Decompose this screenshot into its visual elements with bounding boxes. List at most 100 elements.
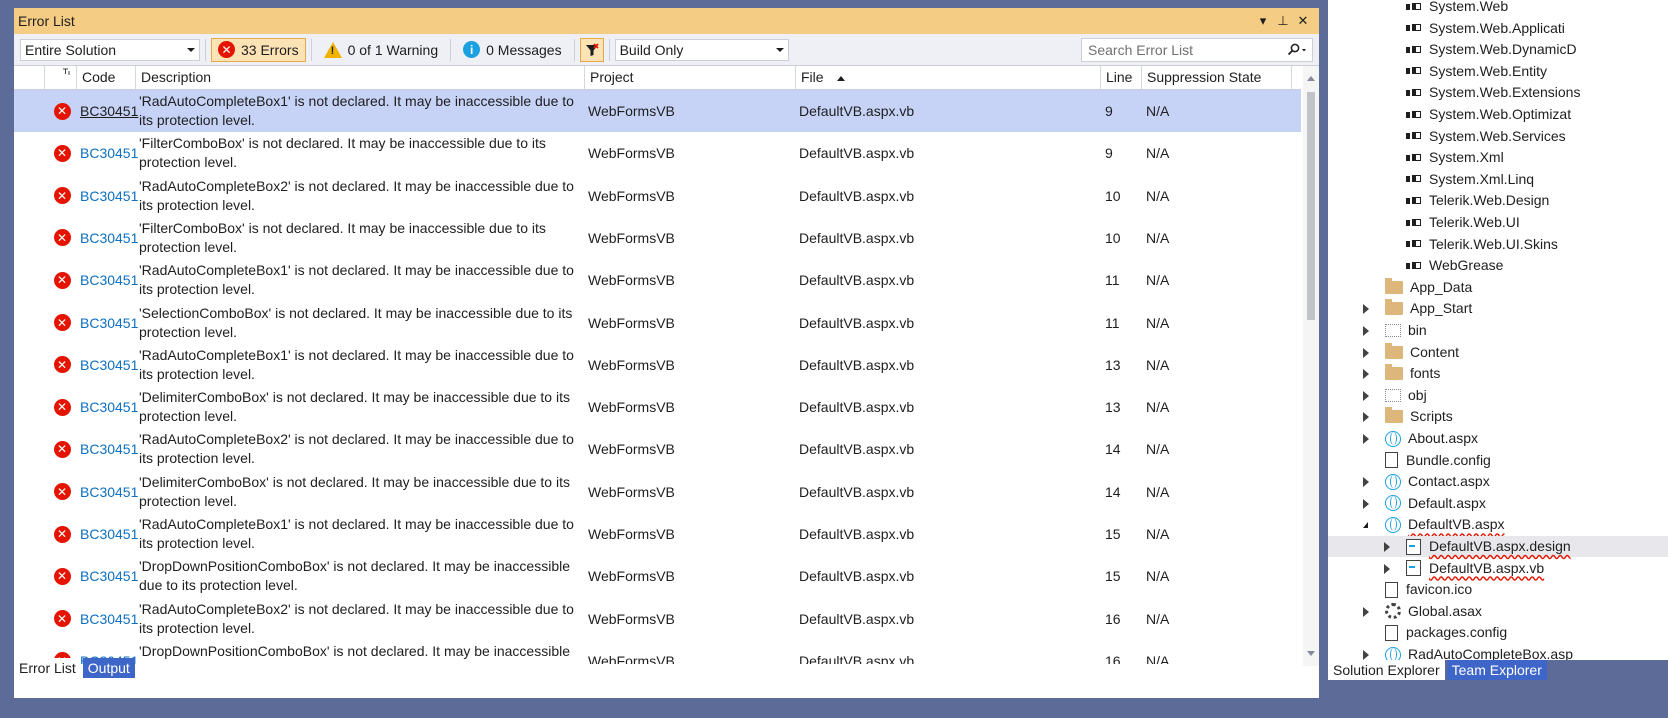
- tree-item[interactable]: WebGrease: [1328, 255, 1668, 276]
- tree-item[interactable]: System.Xml: [1328, 147, 1668, 168]
- collapsed-chevron-icon[interactable]: [1363, 326, 1369, 336]
- table-row[interactable]: ✕ BC30451 'DelimiterComboBox' is not decla…: [14, 471, 1301, 513]
- tree-item[interactable]: Content: [1328, 342, 1668, 363]
- error-code-link[interactable]: BC30451: [80, 357, 138, 373]
- close-icon[interactable]: ✕: [1293, 13, 1313, 29]
- collapsed-chevron-icon[interactable]: [1363, 304, 1369, 315]
- warnings-filter-button[interactable]: ! 0 of 1 Warning: [317, 38, 446, 62]
- collapsed-chevron-icon[interactable]: [1363, 650, 1369, 660]
- tree-item[interactable]: bin: [1328, 320, 1668, 341]
- collapsed-chevron-icon[interactable]: [1363, 498, 1369, 509]
- tree-item[interactable]: Bundle.config: [1328, 450, 1668, 471]
- errors-filter-button[interactable]: ✕ 33 Errors: [211, 37, 306, 62]
- tree-item[interactable]: System.Web.Entity: [1328, 61, 1668, 82]
- collapsed-chevron-icon[interactable]: [1363, 434, 1369, 444]
- header-project[interactable]: Project: [584, 66, 795, 89]
- error-code-link[interactable]: BC30451: [80, 188, 138, 204]
- table-row[interactable]: ✕ BC30451 'FilterComboBox' is not declared…: [14, 217, 1301, 259]
- tree-item[interactable]: Telerik.Web.UI: [1328, 212, 1668, 233]
- tree-item[interactable]: System.Web: [1328, 0, 1668, 17]
- table-row[interactable]: ✕BC30451'DropDownPositionComboBox' is no…: [14, 640, 1301, 664]
- tree-item[interactable]: RadAutoCompleteBox.asp: [1328, 644, 1668, 660]
- tree-item[interactable]: Contact.aspx: [1328, 471, 1668, 492]
- collapsed-chevron-icon[interactable]: [1384, 542, 1390, 552]
- tree-item[interactable]: App_Data: [1328, 277, 1668, 298]
- tab-output[interactable]: Output: [82, 658, 135, 678]
- tree-item[interactable]: packages.config: [1328, 622, 1668, 643]
- collapsed-chevron-icon[interactable]: [1363, 347, 1369, 358]
- expanded-chevron-icon[interactable]: [1363, 522, 1368, 529]
- table-row[interactable]: ✕ BC30451 'SelectionComboBox' is not decla…: [14, 302, 1301, 344]
- error-code-link[interactable]: BC30451: [80, 568, 138, 584]
- filter-toggle-button[interactable]: [579, 37, 604, 62]
- header-icon-column[interactable]: [44, 66, 76, 89]
- error-code-link[interactable]: BC30451: [80, 272, 138, 288]
- collapsed-chevron-icon[interactable]: [1363, 412, 1369, 423]
- header-description[interactable]: Description: [135, 66, 584, 89]
- header-code[interactable]: Code: [76, 66, 135, 89]
- error-code-link[interactable]: BC30451: [80, 315, 138, 331]
- collapsed-chevron-icon[interactable]: [1384, 563, 1390, 574]
- tree-item[interactable]: DefaultVB.aspx: [1328, 514, 1668, 535]
- table-row[interactable]: ✕ BC30451 'RadAutoCompleteBox2' is not dec…: [14, 428, 1301, 470]
- scroll-thumb[interactable]: [1307, 92, 1315, 320]
- tab-error-list[interactable]: Error List: [14, 658, 81, 678]
- table-row[interactable]: ✕ BC30451 'RadAutoCompleteBox1' is not dec…: [14, 344, 1301, 386]
- tree-item[interactable]: Global.asax: [1328, 601, 1668, 622]
- error-code-link[interactable]: BC30451: [80, 441, 138, 457]
- tree-item[interactable]: Default.aspx: [1328, 493, 1668, 514]
- pin-icon[interactable]: ⊥: [1273, 13, 1293, 29]
- collapsed-chevron-icon[interactable]: [1363, 369, 1369, 380]
- header-line[interactable]: Line: [1100, 66, 1141, 89]
- tree-item[interactable]: System.Xml.Linq: [1328, 169, 1668, 190]
- line-cell: 11: [1105, 272, 1120, 289]
- table-row[interactable]: ✕ BC30451 'RadAutoCompleteBox1' is not dec…: [14, 513, 1301, 555]
- messages-filter-button[interactable]: i 0 Messages: [456, 38, 568, 62]
- error-code-link[interactable]: BC30451: [80, 145, 138, 161]
- tree-item[interactable]: System.Web.Applicati: [1328, 18, 1668, 39]
- table-row[interactable]: ✕ BC30451 'FilterComboBox' is not declared…: [14, 132, 1301, 174]
- window-position-dropdown-icon[interactable]: ▾: [1253, 13, 1273, 29]
- tree-item[interactable]: System.Web.DynamicD: [1328, 39, 1668, 60]
- search-icon[interactable]: [1286, 43, 1308, 57]
- tab-team-explorer[interactable]: Team Explorer: [1446, 660, 1547, 680]
- error-code-link[interactable]: BC30451: [80, 230, 138, 246]
- table-row[interactable]: ✕BC30451'DropDownPositionComboBox' is no…: [14, 555, 1301, 597]
- scope-dropdown[interactable]: Entire Solution: [20, 38, 200, 61]
- search-box[interactable]: [1081, 37, 1313, 62]
- tree-item[interactable]: System.Web.Services: [1328, 126, 1668, 147]
- table-row[interactable]: ✕ BC30451 'RadAutoCompleteBox2' is not dec…: [14, 175, 1301, 217]
- table-row[interactable]: ✕ BC30451 'RadAutoCompleteBox2' is not dec…: [14, 598, 1301, 640]
- error-code-link[interactable]: BC30451: [80, 399, 138, 415]
- tree-item[interactable]: DefaultVB.aspx.design: [1328, 536, 1668, 557]
- tree-item[interactable]: Telerik.Web.Design: [1328, 190, 1668, 211]
- scroll-up-icon[interactable]: [1307, 76, 1315, 81]
- tree-item[interactable]: System.Web.Optimizat: [1328, 104, 1668, 125]
- header-file[interactable]: File: [795, 66, 1100, 89]
- tree-item[interactable]: App_Start: [1328, 298, 1668, 319]
- scroll-down-icon[interactable]: [1307, 651, 1315, 656]
- tab-solution-explorer[interactable]: Solution Explorer: [1328, 660, 1445, 680]
- tree-item[interactable]: favicon.ico: [1328, 579, 1668, 600]
- tree-item[interactable]: obj: [1328, 385, 1668, 406]
- tree-item[interactable]: DefaultVB.aspx.vb: [1328, 558, 1668, 579]
- error-code-link[interactable]: BC30451: [80, 526, 138, 542]
- tree-item[interactable]: fonts: [1328, 363, 1668, 384]
- tree-item[interactable]: About.aspx: [1328, 428, 1668, 449]
- table-row[interactable]: ✕ BC30451 'DelimiterComboBox' is not decla…: [14, 386, 1301, 428]
- vertical-scrollbar[interactable]: [1303, 66, 1319, 666]
- tree-item[interactable]: Scripts: [1328, 406, 1668, 427]
- header-suppression-state[interactable]: Suppression State: [1141, 66, 1291, 89]
- tree-item[interactable]: Telerik.Web.UI.Skins: [1328, 234, 1668, 255]
- build-filter-dropdown[interactable]: Build Only: [614, 38, 789, 61]
- error-code-link[interactable]: BC30451: [80, 484, 138, 500]
- collapsed-chevron-icon[interactable]: [1363, 390, 1369, 401]
- tree-item[interactable]: System.Web.Extensions: [1328, 82, 1668, 103]
- collapsed-chevron-icon[interactable]: [1363, 606, 1369, 617]
- error-code-link[interactable]: BC30451: [80, 103, 138, 119]
- collapsed-chevron-icon[interactable]: [1363, 477, 1369, 488]
- table-row[interactable]: ✕ BC30451 'RadAutoCompleteBox1' is not dec…: [14, 90, 1301, 132]
- error-code-link[interactable]: BC30451: [80, 611, 138, 627]
- search-input[interactable]: [1086, 40, 1286, 59]
- table-row[interactable]: ✕ BC30451 'RadAutoCompleteBox1' is not dec…: [14, 259, 1301, 301]
